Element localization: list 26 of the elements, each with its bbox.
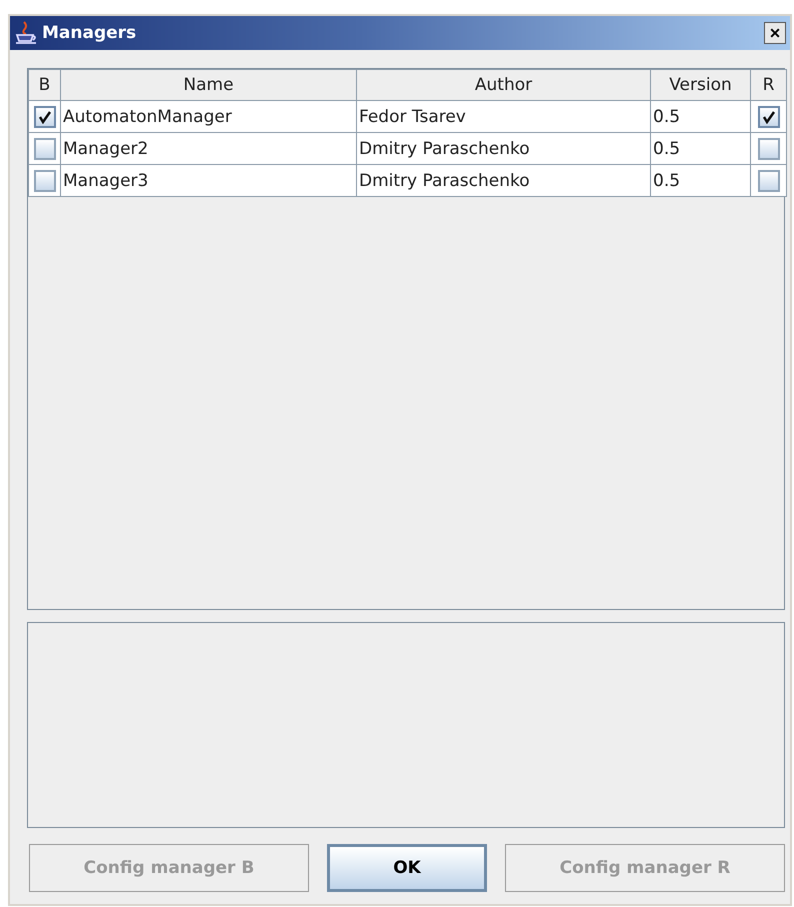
table-cell: Dmitry Paraschenko [356,132,650,164]
column-header[interactable]: Version [650,70,750,100]
checkbox[interactable] [758,170,780,192]
column-header[interactable]: B [28,70,60,100]
ok-button[interactable]: OK [327,844,487,892]
checkmark-icon [762,110,776,124]
table-cell: Dmitry Paraschenko [356,164,650,196]
window-title: Managers [42,23,138,43]
table-cell: 0.5 [650,100,750,132]
table-cell: AutomatonManager [60,100,356,132]
checkbox[interactable] [34,138,56,160]
table-cell: 0.5 [650,132,750,164]
table-cell: Manager2 [60,132,356,164]
column-header[interactable]: Name [60,70,356,100]
close-button[interactable]: × [764,22,786,44]
column-header[interactable]: Author [356,70,650,100]
checkmark-icon [38,110,52,124]
checkbox[interactable] [758,138,780,160]
checkbox[interactable] [758,106,780,128]
table-cell: Manager3 [60,164,356,196]
table-cell: Fedor Tsarev [356,100,650,132]
checkbox[interactable] [34,170,56,192]
table-cell: 0.5 [650,164,750,196]
column-header[interactable]: R [750,70,786,100]
checkbox[interactable] [34,106,56,128]
cup-icon [14,20,38,46]
